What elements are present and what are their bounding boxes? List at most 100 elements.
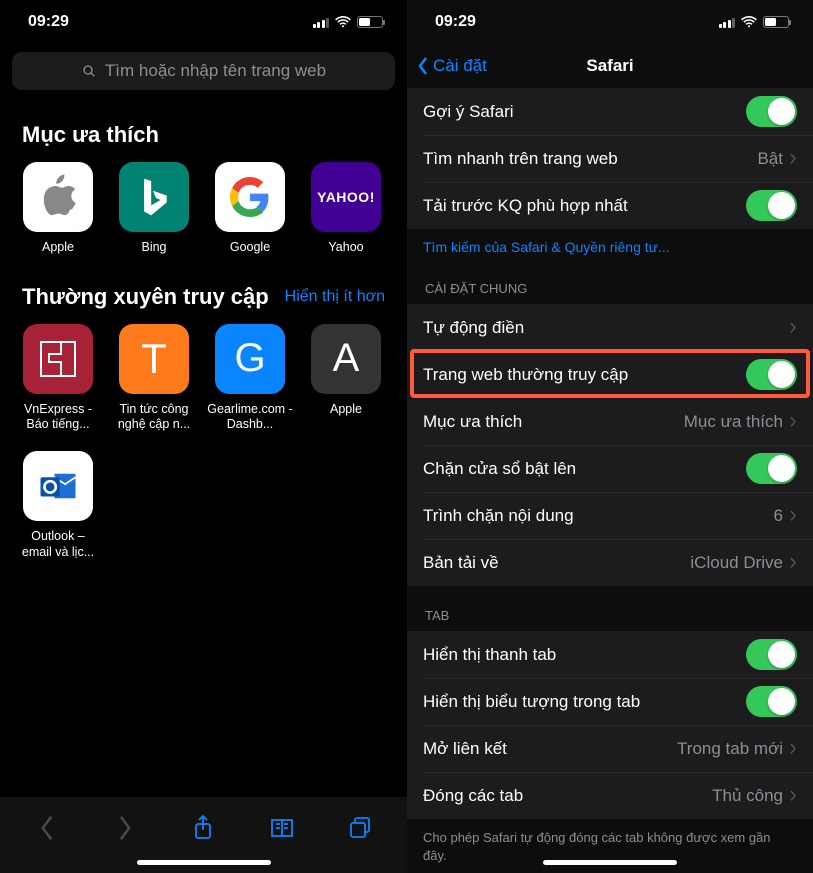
settings-row[interactable]: Hiển thị biểu tượng trong tab [407, 678, 813, 725]
bookmarks-button[interactable] [260, 806, 304, 850]
settings-row[interactable]: Tải trước KQ phù hợp nhất [407, 182, 813, 229]
status-bar: 09:29 [0, 0, 407, 44]
row-label: Mục ưa thích [423, 412, 522, 432]
tabs-button[interactable] [338, 806, 382, 850]
nav-title: Safari [586, 56, 633, 76]
letter-t-icon: T [119, 324, 189, 394]
tab-group-header: TAB [407, 586, 813, 631]
favorites-header: Mục ưa thích [0, 108, 407, 162]
frequent-label: VnExpress - Báo tiếng... [15, 402, 101, 433]
google-icon [215, 162, 285, 232]
chevron-right-icon [789, 321, 797, 335]
settings-row[interactable]: Tìm nhanh trên trang web Bật [407, 135, 813, 182]
chevron-right-icon [789, 509, 797, 523]
frequent-header: Thường xuyên truy cập [22, 284, 269, 310]
settings-row[interactable]: Bản tải về iCloud Drive [407, 539, 813, 586]
cellular-signal-icon [313, 17, 330, 28]
chevron-right-icon [789, 742, 797, 756]
row-label: Chặn cửa sổ bật lên [423, 459, 576, 479]
general-group-header: CÀI ĐẶT CHUNG [407, 259, 813, 304]
frequent-outlook[interactable]: Outlook – email và lịc... [10, 451, 106, 560]
status-time: 09:29 [28, 13, 69, 31]
settings-row[interactable]: Trang web thường truy cập [407, 351, 813, 398]
toggle-switch[interactable] [746, 686, 797, 717]
frequent-label: Apple [330, 402, 362, 418]
settings-row[interactable]: Tự động điền [407, 304, 813, 351]
back-button[interactable] [25, 806, 69, 850]
favorite-label: Apple [42, 240, 74, 256]
toggle-switch[interactable] [746, 453, 797, 484]
bing-icon [119, 162, 189, 232]
battery-icon [357, 16, 383, 28]
row-label: Hiển thị biểu tượng trong tab [423, 692, 640, 712]
settings-row[interactable]: Mục ưa thích Mục ưa thích [407, 398, 813, 445]
row-value: Bật [757, 149, 783, 169]
row-value: 6 [774, 506, 783, 526]
favorite-google[interactable]: Google [202, 162, 298, 256]
status-time: 09:29 [435, 13, 476, 31]
share-button[interactable] [181, 806, 225, 850]
outlook-icon [23, 451, 93, 521]
home-indicator[interactable] [137, 860, 271, 865]
row-label: Hiển thị thanh tab [423, 645, 556, 665]
vnexpress-icon [23, 324, 93, 394]
status-indicators [313, 16, 384, 28]
chevron-right-icon [789, 152, 797, 166]
settings-list[interactable]: Gợi ý SafariTìm nhanh trên trang webBậtT… [407, 88, 813, 864]
row-value: iCloud Drive [690, 553, 783, 573]
row-label: Gợi ý Safari [423, 102, 514, 122]
tab-group: Hiển thị thanh tab Hiển thị biểu tượng tr… [407, 631, 813, 819]
settings-row[interactable]: Gợi ý Safari [407, 88, 813, 135]
settings-row[interactable]: Trình chặn nội dung6 [407, 492, 813, 539]
close-tabs-footer: Cho phép Safari tự động đóng các tab khô… [407, 819, 813, 864]
letter-a-icon: A [311, 324, 381, 394]
forward-button[interactable] [103, 806, 147, 850]
row-label: Trang web thường truy cập [423, 365, 628, 385]
favorites-grid: Apple Bing Google YAHOO! Yahoo [0, 162, 407, 274]
frequent-label: Tin tức công nghệ cập n... [111, 402, 197, 433]
toggle-switch[interactable] [746, 639, 797, 670]
frequent-label: Gearlime.com - Dashb... [207, 402, 293, 433]
chevron-right-icon [789, 415, 797, 429]
frequent-gearlime[interactable]: G Gearlime.com - Dashb... [202, 324, 298, 433]
frequent-apple[interactable]: A Apple [298, 324, 394, 433]
row-label: Mở liên kết [423, 739, 507, 759]
yahoo-text: YAHOO! [317, 189, 375, 205]
row-label: Tải trước KQ phù hợp nhất [423, 196, 628, 216]
settings-row[interactable]: Mở liên kếtTrong tab mới [407, 725, 813, 772]
wifi-icon [741, 16, 757, 28]
favorite-label: Google [230, 240, 270, 256]
safari-start-screen: 09:29 Tìm hoặc nhập tên trang web Mục ưa… [0, 0, 407, 873]
toggle-switch[interactable] [746, 96, 797, 127]
back-label: Cài đặt [433, 56, 487, 76]
search-placeholder: Tìm hoặc nhập tên trang web [105, 61, 326, 81]
chevron-right-icon [789, 556, 797, 570]
settings-row[interactable]: Chặn cửa sổ bật lên [407, 445, 813, 492]
favorite-apple[interactable]: Apple [10, 162, 106, 256]
favorite-label: Bing [141, 240, 166, 256]
settings-row[interactable]: Đóng các tabThủ công [407, 772, 813, 819]
settings-row[interactable]: Hiển thị thanh tab [407, 631, 813, 678]
frequent-tintuc[interactable]: T Tin tức công nghệ cập n... [106, 324, 202, 433]
address-search-bar[interactable]: Tìm hoặc nhập tên trang web [12, 52, 395, 90]
frequent-label: Outlook – email và lịc... [15, 529, 101, 560]
general-group: Tự động điền Trang web thường truy cập Mục… [407, 304, 813, 586]
wifi-icon [335, 16, 351, 28]
frequent-vnexpress[interactable]: VnExpress - Báo tiếng... [10, 324, 106, 433]
row-value: Mục ưa thích [684, 412, 783, 432]
back-to-settings[interactable]: Cài đặt [417, 56, 487, 76]
favorite-bing[interactable]: Bing [106, 162, 202, 256]
favorite-yahoo[interactable]: YAHOO! Yahoo [298, 162, 394, 256]
toggle-switch[interactable] [746, 359, 797, 390]
row-label: Tìm nhanh trên trang web [423, 149, 618, 169]
home-indicator[interactable] [543, 860, 677, 865]
toggle-switch[interactable] [746, 190, 797, 221]
yahoo-icon: YAHOO! [311, 162, 381, 232]
nav-bar: Cài đặt Safari [407, 44, 813, 88]
chevron-left-icon [417, 56, 429, 76]
row-label: Bản tải về [423, 553, 499, 573]
search-icon [81, 63, 97, 79]
privacy-link[interactable]: Tìm kiếm của Safari & Quyền riêng tư... [407, 229, 813, 259]
show-less-link[interactable]: Hiển thị ít hơn [285, 288, 385, 306]
safari-settings-screen: 09:29 Cài đặt Safari Gợi ý Safari Tìm nha… [407, 0, 813, 873]
